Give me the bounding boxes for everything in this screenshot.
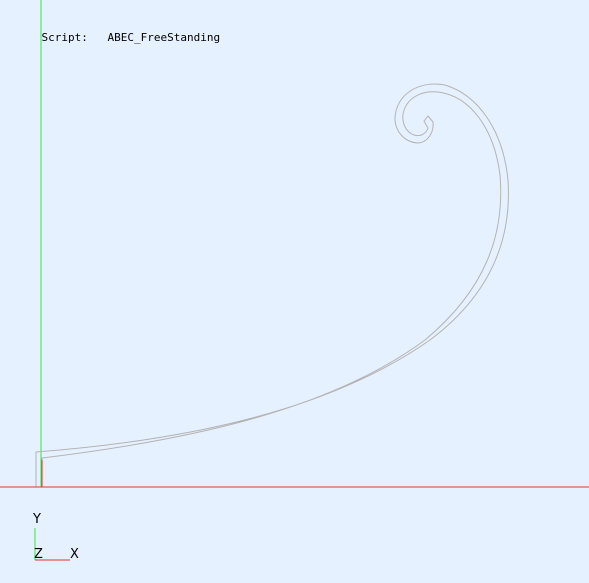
3d-viewport[interactable]: Script: ABEC_FreeStanding Y Z X [0,0,589,583]
spiral-horn-profile[interactable] [35,83,509,488]
triad-x-label: X [70,547,79,562]
triad-y-label: Y [33,512,41,527]
profile-outer-contour [35,83,509,488]
scene-canvas[interactable] [0,0,589,583]
triad-z-label: Z [34,547,43,562]
